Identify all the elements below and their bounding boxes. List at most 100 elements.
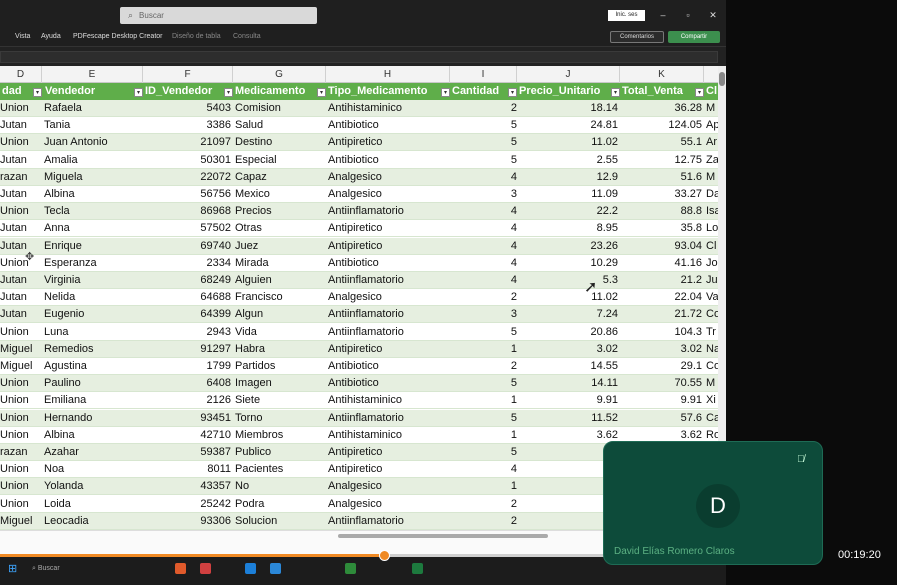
cell-id-vendedor[interactable]: 25242 [143, 496, 231, 513]
cell-precio[interactable]: 24.81 [519, 117, 618, 134]
cell-tipo[interactable]: Antibiotico [328, 117, 448, 134]
comments-button[interactable]: Comentarios [610, 31, 664, 43]
cell-ciudad[interactable]: Union [0, 410, 40, 427]
cell-id-vendedor[interactable]: 8011 [143, 461, 231, 478]
cell-total[interactable]: 21.72 [622, 306, 702, 323]
cell-total[interactable]: 3.02 [622, 341, 702, 358]
cell-cliente[interactable]: Lo [706, 220, 718, 237]
col-header-j[interactable]: J [517, 66, 620, 83]
filter-dropdown-icon[interactable]: ▾ [508, 88, 517, 97]
windows-start-icon[interactable]: ⊞ [8, 563, 20, 575]
cell-tipo[interactable]: Antipiretico [328, 341, 448, 358]
cell-ciudad[interactable]: Union [0, 427, 40, 444]
cell-cantidad[interactable]: 5 [509, 444, 517, 461]
cell-cantidad[interactable]: 2 [509, 358, 517, 375]
cell-total[interactable]: 22.04 [622, 289, 702, 306]
col-header-e[interactable]: E [42, 66, 143, 83]
cell-medicamento[interactable]: Miembros [235, 427, 325, 444]
cell-medicamento[interactable]: Destino [235, 134, 325, 151]
cell-total[interactable]: 41.16 [622, 255, 702, 272]
cell-total[interactable]: 36.28 [622, 100, 702, 117]
cell-ciudad[interactable]: Union [0, 392, 40, 409]
cell-tipo[interactable]: Antibiotico [328, 358, 448, 375]
cell-precio[interactable]: 7.24 [519, 306, 618, 323]
cell-cliente[interactable]: Co [706, 358, 718, 375]
cell-medicamento[interactable]: Habra [235, 341, 325, 358]
cell-medicamento[interactable]: Podra [235, 496, 325, 513]
taskbar-search[interactable]: ⌕ Buscar [32, 563, 112, 575]
cell-ciudad[interactable]: Miguel [0, 341, 40, 358]
cell-cliente[interactable]: M [706, 100, 718, 117]
cell-total[interactable]: 55.1 [622, 134, 702, 151]
cell-medicamento[interactable]: Pacientes [235, 461, 325, 478]
cell-id-vendedor[interactable]: 2334 [143, 255, 231, 272]
cell-id-vendedor[interactable]: 43357 [143, 478, 231, 495]
cell-tipo[interactable]: Analgesico [328, 186, 448, 203]
cell-tipo[interactable]: Analgesico [328, 478, 448, 495]
table-row[interactable]: Union Paulino 6408 Imagen Antibiotico 5 14.11 7… [0, 375, 718, 393]
table-row[interactable]: Union Juan Antonio 21097 Destino Antipiretic… [0, 134, 718, 152]
cell-total[interactable]: 93.04 [622, 238, 702, 255]
cell-id-vendedor[interactable]: 5403 [143, 100, 231, 117]
cell-tipo[interactable]: Antipiretico [328, 220, 448, 237]
cell-total[interactable]: 124.05 [622, 117, 702, 134]
cell-vendedor[interactable]: Tania [44, 117, 140, 134]
cell-medicamento[interactable]: Comision [235, 100, 325, 117]
cell-cliente[interactable]: Co [706, 306, 718, 323]
col-header-f[interactable]: F [143, 66, 233, 83]
cell-tipo[interactable]: Antibiotico [328, 152, 448, 169]
cell-vendedor[interactable]: Loida [44, 496, 140, 513]
cell-medicamento[interactable]: No [235, 478, 325, 495]
cell-precio[interactable]: 20.86 [519, 324, 618, 341]
cell-cantidad[interactable]: 5 [509, 410, 517, 427]
cell-cantidad[interactable]: 1 [509, 478, 517, 495]
cell-tipo[interactable]: Analgesico [328, 169, 448, 186]
cell-tipo[interactable]: Antiinflamatorio [328, 306, 448, 323]
table-row[interactable]: Jutan Albina 56756 Mexico Analgesico 3 11.09 33… [0, 186, 718, 203]
cell-cantidad[interactable]: 3 [509, 306, 517, 323]
cell-precio[interactable]: 14.11 [519, 375, 618, 392]
cell-vendedor[interactable]: Azahar [44, 444, 140, 461]
cell-tipo[interactable]: Antibiotico [328, 375, 448, 392]
cell-medicamento[interactable]: Juez [235, 238, 325, 255]
minimize-icon[interactable]: – [656, 8, 670, 22]
cell-medicamento[interactable]: Otras [235, 220, 325, 237]
cell-vendedor[interactable]: Agustina [44, 358, 140, 375]
table-row[interactable]: Union Hernando 93451 Torno Antiinflamatorio 5… [0, 409, 718, 427]
cell-total[interactable]: 12.75 [622, 152, 702, 169]
cell-tipo[interactable]: Antihistaminico [328, 427, 448, 444]
close-icon[interactable]: ✕ [706, 8, 720, 22]
cell-total[interactable]: 70.55 [622, 375, 702, 392]
cell-precio[interactable]: 12.9 [519, 169, 618, 186]
table-row[interactable]: Jutan Nelida 64688 Francisco Analgesico 2 11.0… [0, 289, 718, 307]
cell-vendedor[interactable]: Anna [44, 220, 140, 237]
cell-precio[interactable]: 8.95 [519, 220, 618, 237]
cell-tipo[interactable]: Antibiotico [328, 255, 448, 272]
cell-id-vendedor[interactable]: 93306 [143, 513, 231, 530]
table-row[interactable]: Union Emiliana 2126 Siete Antihistaminico 1 9.… [0, 392, 718, 410]
cell-id-vendedor[interactable]: 64688 [143, 289, 231, 306]
cell-cantidad[interactable]: 1 [509, 427, 517, 444]
cell-total[interactable]: 51.6 [622, 169, 702, 186]
cell-ciudad[interactable]: Jutan [0, 152, 40, 169]
cell-vendedor[interactable]: Nelida [44, 289, 140, 306]
table-row[interactable]: Miguel Remedios 91297 Habra Antipiretico 1 3.0… [0, 340, 718, 358]
cell-precio[interactable]: 23.26 [519, 238, 618, 255]
cell-vendedor[interactable]: Remedios [44, 341, 140, 358]
cell-medicamento[interactable]: Solucion [235, 513, 325, 530]
cell-precio[interactable]: 10.29 [519, 255, 618, 272]
cell-vendedor[interactable]: Miguela [44, 169, 140, 186]
cell-id-vendedor[interactable]: 1799 [143, 358, 231, 375]
cell-vendedor[interactable]: Yolanda [44, 478, 140, 495]
table-row[interactable]: Jutan Virginia 68249 Alguien Antiinflamatori… [0, 272, 718, 289]
cell-vendedor[interactable]: Juan Antonio [44, 134, 140, 151]
cell-cantidad[interactable]: 4 [509, 220, 517, 237]
cell-vendedor[interactable]: Esperanza [44, 255, 140, 272]
cell-cliente[interactable]: Na [706, 341, 718, 358]
cell-medicamento[interactable]: Alguien [235, 272, 325, 289]
col-header-g[interactable]: G [233, 66, 326, 83]
cell-id-vendedor[interactable]: 93451 [143, 410, 231, 427]
cell-id-vendedor[interactable]: 50301 [143, 152, 231, 169]
cell-precio[interactable]: 22.2 [519, 203, 618, 220]
cell-ciudad[interactable]: razan [0, 444, 40, 461]
